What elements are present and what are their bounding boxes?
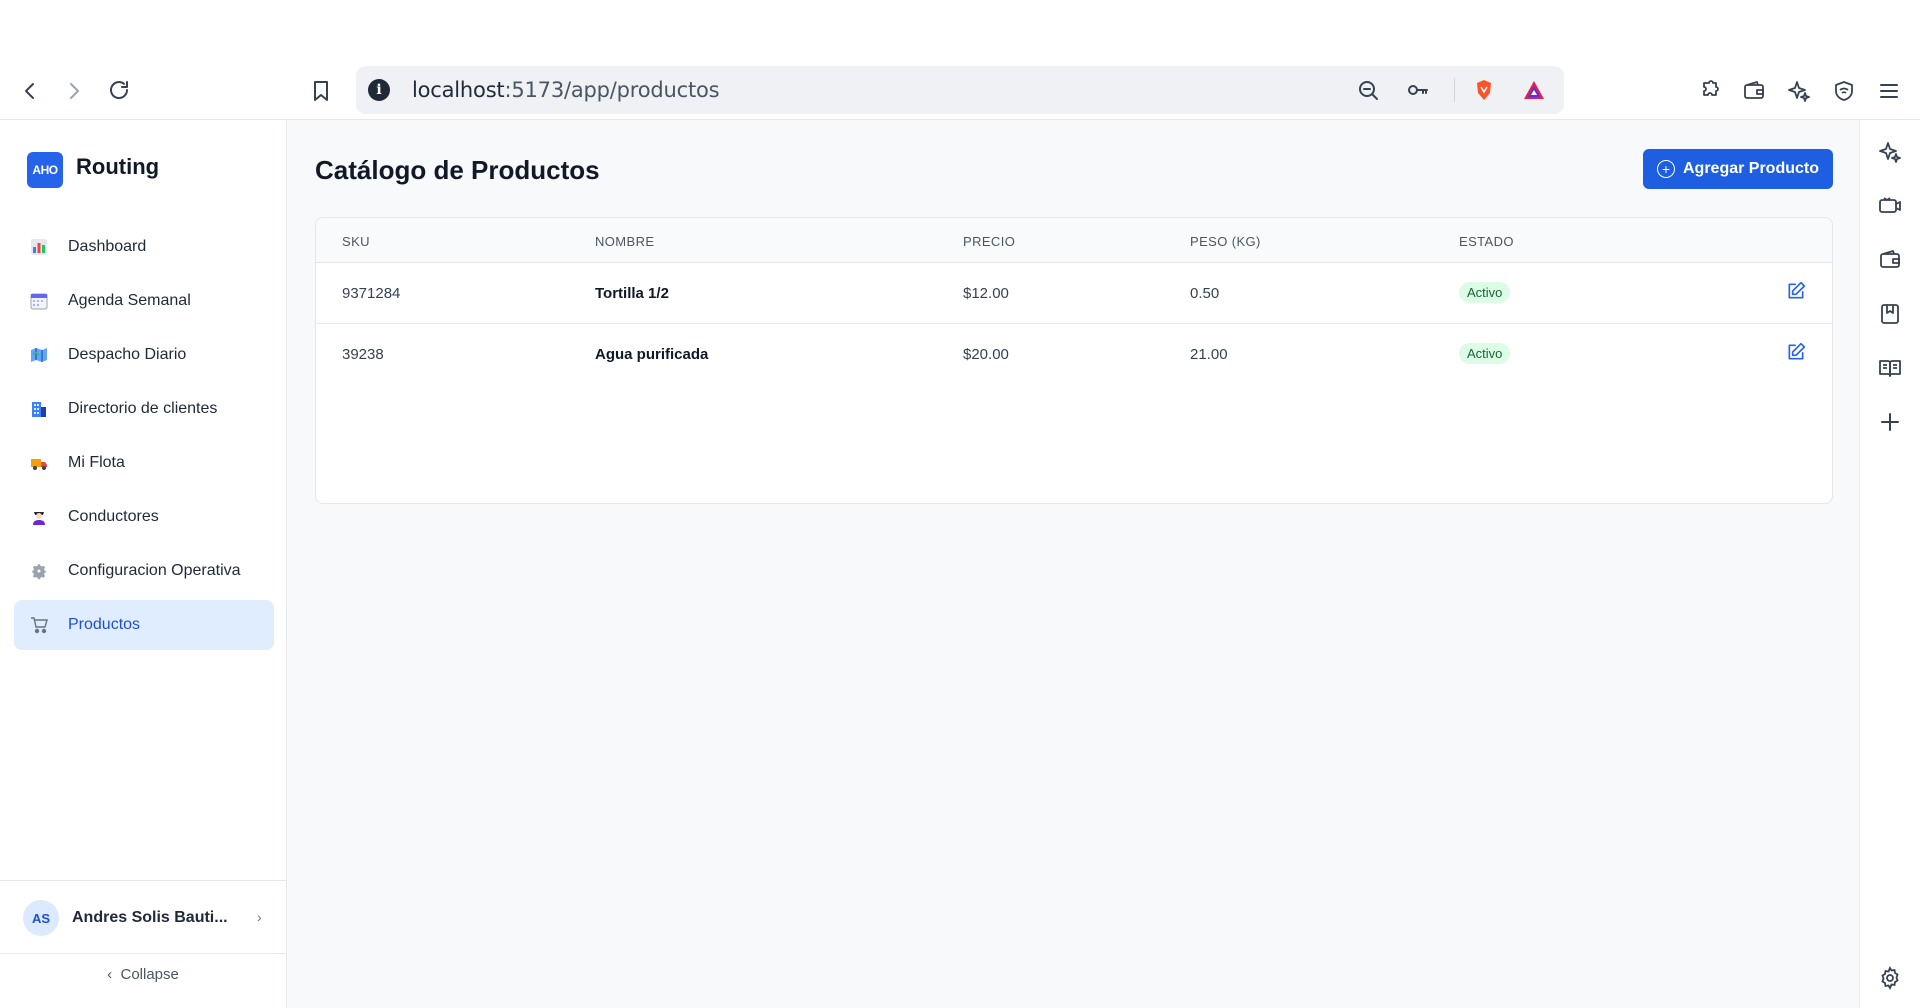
plus-circle-icon: + — [1656, 160, 1675, 178]
leo-ai-icon[interactable] — [1783, 75, 1815, 107]
table-header: SKU NOMBRE PRECIO PESO (KG) ESTADO — [316, 218, 1832, 263]
collapse-button[interactable]: ‹ Collapse — [0, 966, 286, 983]
cell-nombre: Agua purificada — [595, 346, 709, 363]
forward-icon[interactable] — [58, 75, 90, 107]
address-bar[interactable]: i localhost:5173/app/productos — [356, 66, 1564, 114]
key-icon[interactable] — [1402, 74, 1434, 106]
cart-icon — [30, 616, 48, 634]
gear-icon — [30, 562, 48, 580]
table-row: 39238 Agua purificada $20.00 21.00 Activ… — [316, 324, 1832, 384]
leo-ai-icon[interactable] — [1875, 137, 1905, 167]
settings-gear-icon[interactable] — [1875, 963, 1905, 993]
vpn-icon[interactable] — [1828, 75, 1860, 107]
cell-peso: 0.50 — [1190, 285, 1220, 302]
brave-shields-icon[interactable] — [1468, 74, 1500, 106]
edit-icon[interactable] — [1786, 281, 1806, 301]
products-table: SKU NOMBRE PRECIO PESO (KG) ESTADO 93712… — [315, 217, 1833, 504]
status-badge: Activo — [1459, 343, 1511, 364]
browser-toolbar: i localhost:5173/app/productos — [0, 62, 1920, 120]
brave-rewards-icon[interactable] — [1518, 74, 1550, 106]
browser-side-panel — [1859, 120, 1920, 1008]
extensions-icon[interactable] — [1694, 75, 1726, 107]
url-text[interactable]: localhost:5173/app/productos — [412, 78, 720, 102]
user-profile[interactable]: AS Andres Solis Bauti... › — [0, 880, 286, 954]
avatar: AS — [23, 900, 59, 936]
zoom-out-icon[interactable] — [1352, 74, 1384, 106]
cell-sku: 9371284 — [342, 285, 401, 302]
cell-nombre: Tortilla 1/2 — [595, 285, 669, 302]
address-bar-divider — [1454, 78, 1455, 102]
bar-chart-icon — [30, 238, 48, 256]
reload-icon[interactable] — [103, 74, 135, 106]
column-header-sku: SKU — [342, 234, 370, 249]
table-row: 9371284 Tortilla 1/2 $12.00 0.50 Activo — [316, 263, 1832, 324]
building-icon — [30, 400, 48, 418]
back-icon[interactable] — [14, 75, 46, 107]
brand-name: Routing — [76, 154, 160, 179]
map-icon — [30, 346, 48, 364]
cell-precio: $20.00 — [963, 346, 1009, 363]
calendar-icon — [30, 292, 48, 310]
column-header-nombre: NOMBRE — [595, 234, 655, 249]
add-product-button[interactable]: + Agregar Producto — [1643, 149, 1833, 189]
chevron-left-icon: ‹ — [107, 966, 113, 983]
cell-peso: 21.00 — [1190, 346, 1228, 363]
chevron-right-icon: › — [257, 909, 262, 925]
app-logo: AHO — [27, 152, 63, 188]
wallet-icon[interactable] — [1875, 245, 1905, 275]
app-sidebar: AHO Routing Dashboard Agenda Semanal Des… — [0, 120, 287, 1008]
sidebar-item-dashboard[interactable]: Dashboard — [14, 222, 274, 272]
sidebar-item-conductores[interactable]: Conductores — [14, 492, 274, 542]
reading-list-icon[interactable] — [1875, 353, 1905, 383]
window-top-area — [0, 0, 1920, 62]
sidebar-item-agenda-semanal[interactable]: Agenda Semanal — [14, 276, 274, 326]
user-name: Andres Solis Bauti... — [72, 909, 228, 926]
sidebar-item-despacho-diario[interactable]: Despacho Diario — [14, 330, 274, 380]
edit-icon[interactable] — [1786, 342, 1806, 362]
truck-icon — [30, 454, 48, 472]
sidebar-item-directorio-de-clientes[interactable]: Directorio de clientes — [14, 384, 274, 434]
bookmarks-icon[interactable] — [1875, 299, 1905, 329]
sidebar-nav: Dashboard Agenda Semanal Despacho Diario… — [14, 222, 274, 654]
add-panel-icon[interactable] — [1875, 407, 1905, 437]
main-content: Catálogo de Productos + Agregar Producto… — [287, 120, 1859, 1008]
menu-icon[interactable] — [1873, 75, 1905, 107]
bookmark-icon[interactable] — [305, 75, 337, 107]
page-title: Catálogo de Productos — [315, 155, 600, 185]
sidebar-item-mi-flota[interactable]: Mi Flota — [14, 438, 274, 488]
site-info-icon[interactable]: i — [368, 79, 390, 101]
status-badge: Activo — [1459, 282, 1511, 303]
cell-sku: 39238 — [342, 346, 384, 363]
video-icon[interactable] — [1875, 191, 1905, 221]
sidebar-item-productos[interactable]: Productos — [14, 600, 274, 650]
driver-icon — [30, 508, 48, 526]
cell-precio: $12.00 — [963, 285, 1009, 302]
column-header-precio: PRECIO — [963, 234, 1016, 249]
column-header-estado: ESTADO — [1459, 234, 1514, 249]
column-header-peso: PESO (KG) — [1190, 234, 1261, 249]
wallet-icon[interactable] — [1738, 75, 1770, 107]
sidebar-item-configuracion-operativa[interactable]: Configuracion Operativa — [14, 546, 274, 596]
